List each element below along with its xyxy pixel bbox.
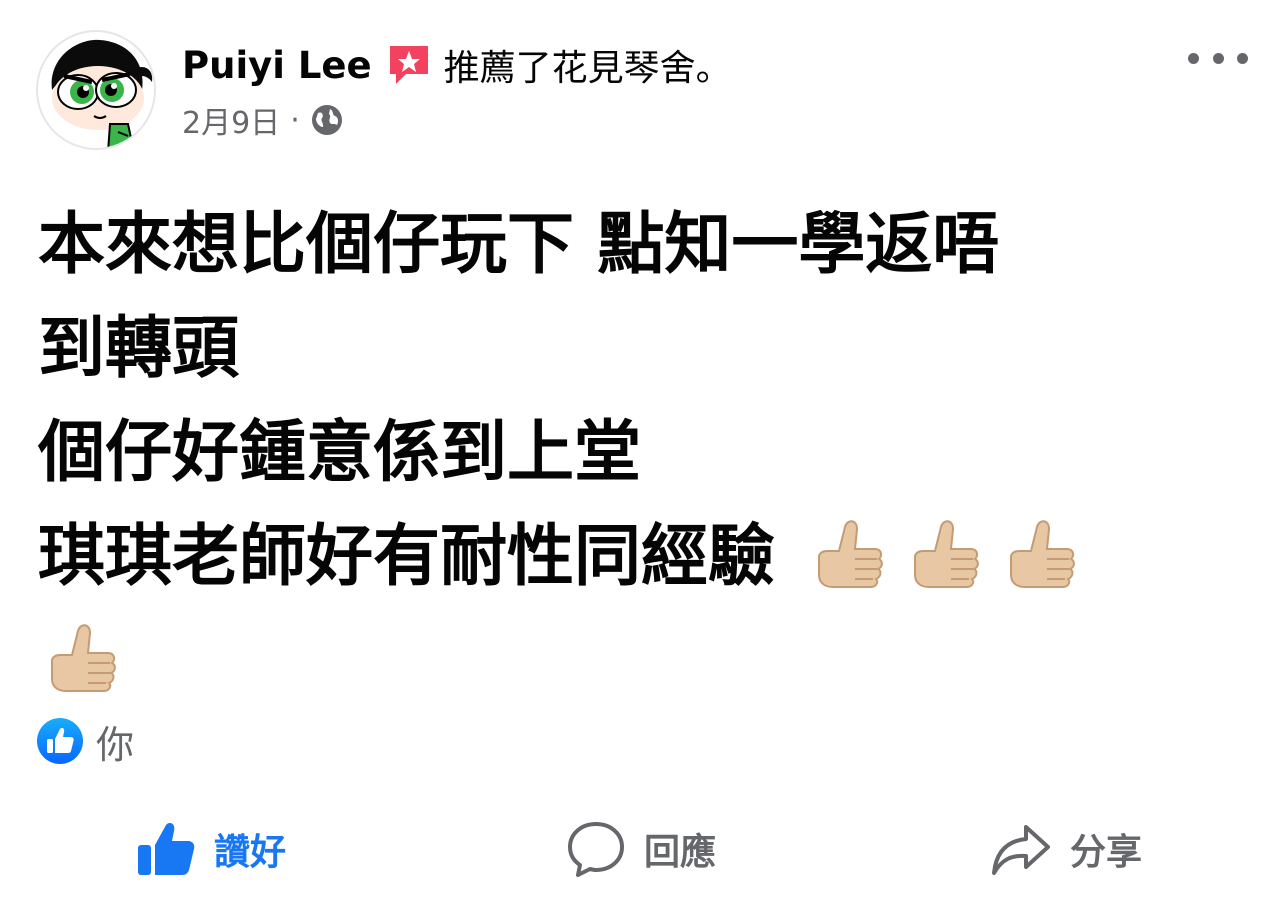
reactions-summary[interactable]: 你 bbox=[36, 716, 135, 767]
post-line bbox=[38, 608, 1248, 712]
reaction-names: 你 bbox=[96, 722, 135, 767]
like-button[interactable]: 讚好 bbox=[136, 813, 286, 885]
like-icon bbox=[37, 718, 83, 764]
share-icon bbox=[992, 825, 1050, 875]
post-meta: 2月9日 · bbox=[182, 98, 344, 142]
more-dot-icon bbox=[1188, 52, 1199, 64]
globe-icon bbox=[310, 103, 344, 137]
post-line: 個仔好鍾意係到上堂 bbox=[38, 413, 641, 491]
comment-icon bbox=[568, 822, 624, 877]
recommendation-icon bbox=[386, 42, 432, 88]
meta-separator: · bbox=[290, 102, 300, 138]
comment-button[interactable]: 回應 bbox=[566, 813, 716, 885]
author-avatar[interactable] bbox=[36, 30, 156, 150]
thumbs-up-emoji-icon bbox=[997, 513, 1083, 599]
more-dot-icon bbox=[1237, 52, 1248, 64]
post-body: 本來想比個仔玩下 點知一學返唔 到轉頭 個仔好鍾意係到上堂 琪琪老師好有耐性同經… bbox=[38, 192, 1248, 712]
avatar-illustration bbox=[51, 39, 153, 148]
post-header: Puiyi Lee 推薦了花見琴舍。 bbox=[182, 40, 732, 90]
more-dot-icon bbox=[1212, 52, 1224, 64]
author-name[interactable]: Puiyi Lee bbox=[182, 44, 372, 87]
post-line: 到轉頭 bbox=[38, 309, 239, 387]
like-label: 讚好 bbox=[214, 832, 287, 873]
post-date[interactable]: 2月9日 bbox=[182, 98, 280, 142]
post-line: 琪琪老師好有耐性同經驗 bbox=[38, 504, 1248, 608]
recommendation-text: 推薦了花見琴舍。 bbox=[443, 48, 732, 89]
thumbs-up-emoji-icon bbox=[805, 513, 891, 599]
thumbs-up-emoji-icon bbox=[38, 617, 124, 703]
share-button[interactable]: 分享 bbox=[990, 813, 1142, 885]
thumbs-up-emoji-icon bbox=[901, 513, 987, 599]
post-line: 本來想比個仔玩下 點知一學返唔 bbox=[38, 205, 1000, 283]
comment-label: 回應 bbox=[644, 832, 717, 873]
more-options-button[interactable] bbox=[1188, 40, 1248, 76]
thumbs-up-icon bbox=[138, 823, 195, 875]
post-action-bar: 讚好 回應 分享 bbox=[0, 805, 1284, 895]
share-label: 分享 bbox=[1070, 832, 1143, 873]
